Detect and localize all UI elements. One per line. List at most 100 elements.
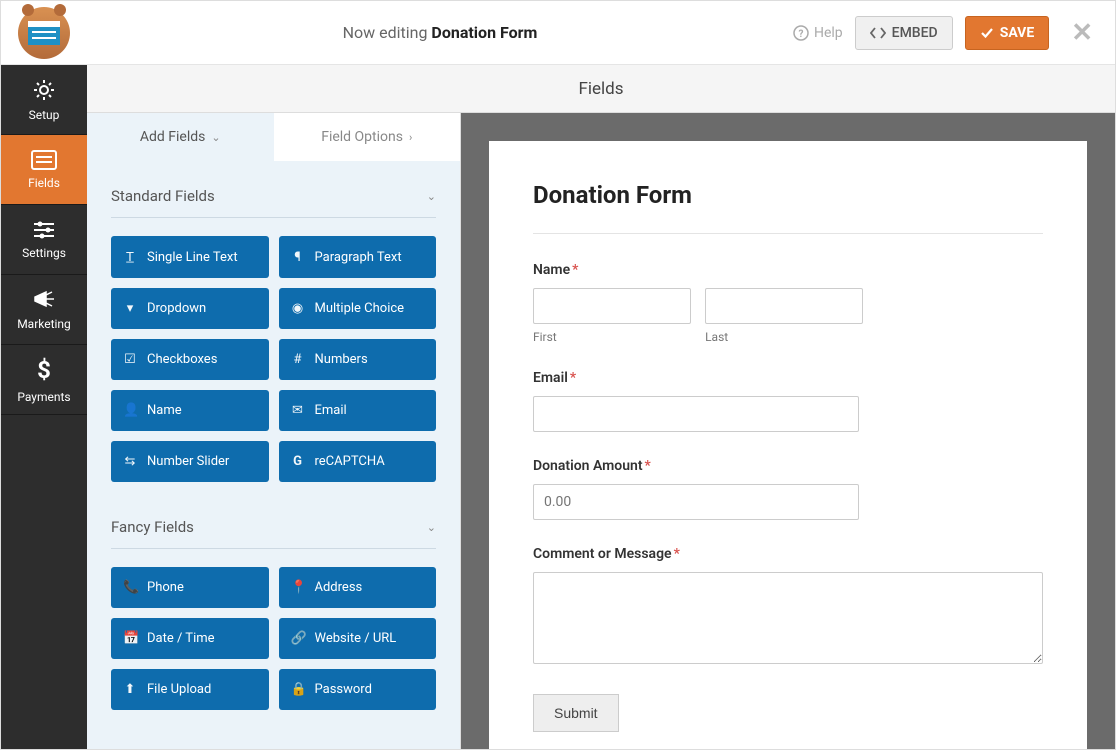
field-file-upload[interactable]: ⬆ File Upload xyxy=(111,669,269,710)
field-label: Paragraph Text xyxy=(315,250,402,265)
field-recaptcha[interactable]: GreCAPTCHA xyxy=(279,441,437,482)
close-button[interactable]: ✕ xyxy=(1061,18,1097,48)
amount-input[interactable] xyxy=(533,484,859,520)
form-field-email[interactable]: Email* xyxy=(533,370,1043,432)
field-label: Comment or Message* xyxy=(533,546,1043,562)
section-standard-fields[interactable]: Standard Fields ⌄ xyxy=(111,179,436,218)
required-star: * xyxy=(572,262,578,278)
nav-label: Settings xyxy=(22,246,66,260)
field-paragraph-text[interactable]: ¶ Paragraph Text xyxy=(279,236,437,278)
text-icon: T̲ xyxy=(123,249,137,265)
field-label: Email* xyxy=(533,370,1043,386)
pin-icon: 📍 xyxy=(291,580,305,595)
upload-icon: ⬆ xyxy=(123,682,137,697)
first-name-input[interactable] xyxy=(533,288,691,324)
field-label: Address xyxy=(315,580,363,595)
field-label: Name xyxy=(147,403,182,418)
field-address[interactable]: 📍 Address xyxy=(279,567,437,608)
nav-setup[interactable]: Setup xyxy=(1,65,87,135)
nav-label: Payments xyxy=(17,390,70,404)
tab-label: Add Fields xyxy=(140,129,206,145)
checkbox-icon: ☑ xyxy=(123,352,137,367)
form-field-name[interactable]: Name* First Last xyxy=(533,262,1043,344)
section-fancy-fields[interactable]: Fancy Fields ⌄ xyxy=(111,510,436,549)
field-label: Name* xyxy=(533,262,1043,278)
field-label: Donation Amount* xyxy=(533,458,1043,474)
nav-label: Setup xyxy=(29,108,60,122)
section-title: Standard Fields xyxy=(111,187,215,205)
form-field-comment[interactable]: Comment or Message* xyxy=(533,546,1043,668)
google-icon: G xyxy=(291,454,305,469)
link-icon: 🔗 xyxy=(291,631,305,646)
first-sublabel: First xyxy=(533,330,691,344)
field-numbers[interactable]: #Numbers xyxy=(279,339,437,380)
person-icon: 👤 xyxy=(123,403,137,418)
chevron-down-icon: ⌄ xyxy=(427,521,436,534)
logo xyxy=(1,7,87,59)
dropdown-icon: ▾ xyxy=(123,301,137,316)
field-date-time[interactable]: 📅Date / Time xyxy=(111,618,269,659)
nav-fields[interactable]: Fields xyxy=(1,135,87,205)
form-icon xyxy=(31,150,57,170)
help-icon: ? xyxy=(793,25,809,41)
field-dropdown[interactable]: ▾ Dropdown xyxy=(111,288,269,329)
email-input[interactable] xyxy=(533,396,859,432)
panel-tabs: Add Fields ⌄ Field Options › xyxy=(87,113,460,161)
save-button[interactable]: SAVE xyxy=(965,16,1050,50)
chevron-right-icon: › xyxy=(409,131,412,144)
field-label: Password xyxy=(315,682,372,697)
submit-button[interactable]: Submit xyxy=(533,694,619,732)
form-field-amount[interactable]: Donation Amount* xyxy=(533,458,1043,520)
field-number-slider[interactable]: ⇆ Number Slider xyxy=(111,441,269,482)
paragraph-icon: ¶ xyxy=(291,250,305,265)
field-label: reCAPTCHA xyxy=(315,454,385,469)
field-password[interactable]: 🔒Password xyxy=(279,669,437,710)
dollar-icon: $ xyxy=(37,356,51,384)
last-name-input[interactable] xyxy=(705,288,863,324)
nav-label: Fields xyxy=(28,176,60,190)
topbar: Now editing Donation Form ? Help EMBED xyxy=(1,1,1115,65)
nav-marketing[interactable]: Marketing xyxy=(1,275,87,345)
required-star: * xyxy=(570,370,576,386)
gear-icon xyxy=(32,78,56,102)
comment-textarea[interactable] xyxy=(533,572,1043,664)
field-label: File Upload xyxy=(147,682,211,697)
embed-button[interactable]: EMBED xyxy=(855,16,953,50)
panel-header: Fields xyxy=(87,65,1115,113)
slider-icon: ⇆ xyxy=(123,454,137,469)
tab-field-options[interactable]: Field Options › xyxy=(274,113,461,161)
field-label: Number Slider xyxy=(147,454,229,469)
field-single-line-text[interactable]: T̲ Single Line Text xyxy=(111,236,269,278)
last-sublabel: Last xyxy=(705,330,863,344)
fields-panel: Add Fields ⌄ Field Options › Standard Fi… xyxy=(87,113,461,749)
close-icon: ✕ xyxy=(1071,18,1093,48)
field-name[interactable]: 👤 Name xyxy=(111,390,269,431)
nav-payments[interactable]: $ Payments xyxy=(1,345,87,415)
field-email[interactable]: ✉Email xyxy=(279,390,437,431)
chevron-down-icon: ⌄ xyxy=(211,131,220,144)
envelope-icon: ✉ xyxy=(291,403,305,418)
field-label: Single Line Text xyxy=(147,250,238,265)
megaphone-icon xyxy=(32,289,56,311)
field-label: Dropdown xyxy=(147,301,206,316)
field-label: Multiple Choice xyxy=(315,301,405,316)
field-label: Phone xyxy=(147,580,184,595)
form-preview: Donation Form Name* First Last xyxy=(489,141,1087,749)
help-link[interactable]: ? Help xyxy=(793,25,843,41)
nav-settings[interactable]: Settings xyxy=(1,205,87,275)
required-star: * xyxy=(674,546,680,562)
tab-add-fields[interactable]: Add Fields ⌄ xyxy=(87,113,274,161)
form-title: Donation Form xyxy=(533,181,1043,234)
field-label: Numbers xyxy=(315,352,368,367)
field-website-url[interactable]: 🔗 Website / URL xyxy=(279,618,437,659)
embed-label: EMBED xyxy=(892,25,938,41)
page-title: Now editing Donation Form xyxy=(87,23,793,42)
save-label: SAVE xyxy=(1000,25,1035,41)
field-phone[interactable]: 📞 Phone xyxy=(111,567,269,608)
field-label: Website / URL xyxy=(315,631,397,646)
sidenav: Setup Fields Settings Marketing xyxy=(1,65,87,749)
field-checkboxes[interactable]: ☑Checkboxes xyxy=(111,339,269,380)
field-multiple-choice[interactable]: ◉Multiple Choice xyxy=(279,288,437,329)
nav-label: Marketing xyxy=(17,317,71,331)
phone-icon: 📞 xyxy=(123,580,137,595)
